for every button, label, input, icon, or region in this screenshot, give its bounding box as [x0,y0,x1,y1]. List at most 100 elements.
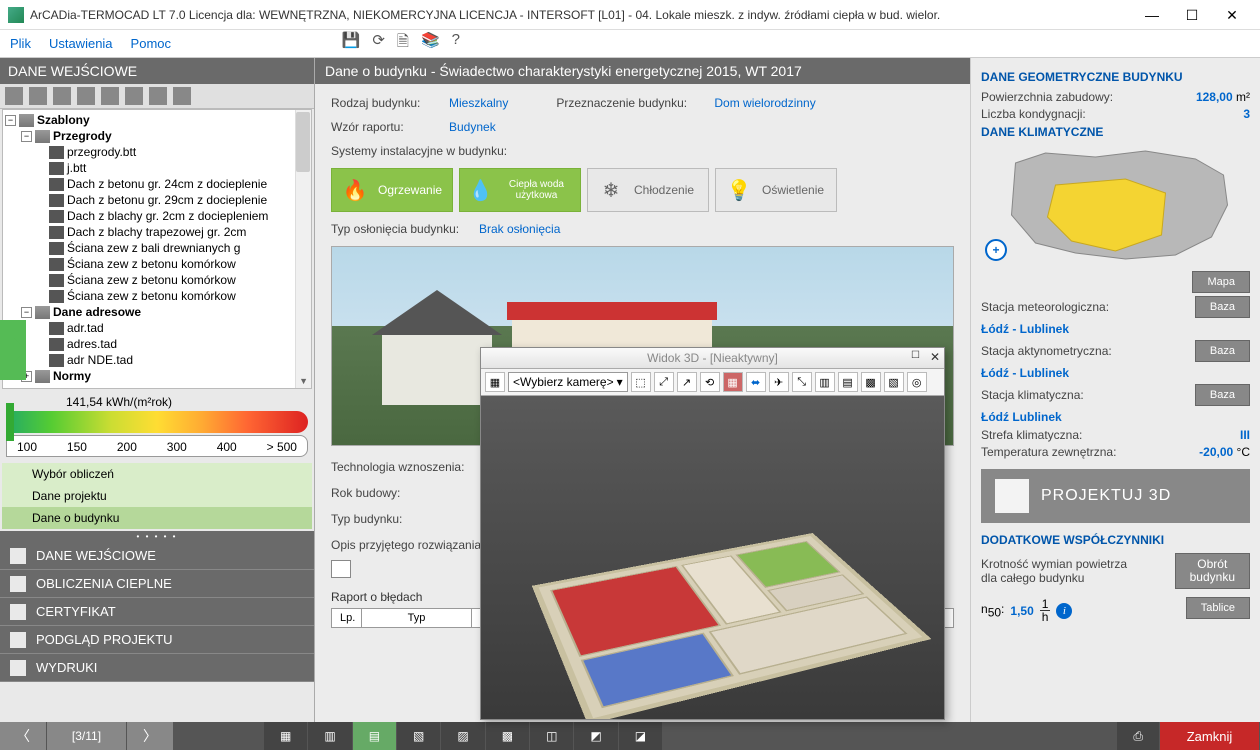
footer-next-button[interactable]: 〉 [127,722,174,750]
widok-tool-icon[interactable]: ◎ [907,372,927,392]
widok-tool-icon[interactable]: ⤢ [654,372,674,392]
sys-button-lighting[interactable]: 💡Oświetlenie [715,168,837,212]
sel-dane-projektu[interactable]: Dane projektu [2,485,312,507]
tool-open-icon[interactable] [29,87,47,105]
map-zoom-button[interactable]: + [985,239,1007,261]
sklim-value[interactable]: Łódź Lublinek [981,410,1250,424]
przezn-value[interactable]: Dom wielorodzinny [714,96,815,110]
expand-icon[interactable]: − [21,131,32,142]
footer-prev-button[interactable]: 〈 [0,722,47,750]
tool-save-icon[interactable] [53,87,71,105]
tool-settings-icon[interactable] [149,87,167,105]
book-icon[interactable]: 📚 [421,31,440,56]
widok-tool-icon[interactable]: ▧ [884,372,904,392]
tree-group-przegrody[interactable]: Przegrody [53,129,112,143]
widok-maximize-icon[interactable]: ☐ [911,350,920,361]
footer-tool-icon[interactable]: ▧ [397,722,441,750]
tree-scrollbar[interactable]: ▲ ▼ [295,110,311,388]
kond-value[interactable]: 3 [1243,107,1250,121]
footer-tool-icon[interactable]: ◩ [574,722,618,750]
scroll-down-icon[interactable]: ▼ [299,376,308,386]
tree-item[interactable]: Dach z betonu gr. 29cm z docieplenie [67,193,267,207]
widok-tool-icon[interactable]: ⬚ [631,372,651,392]
poland-map[interactable]: + [981,145,1250,265]
tree-item[interactable]: Dach z blachy trapezowej gr. 2cm [67,225,246,239]
menu-file[interactable]: Plik [10,36,31,51]
nav-wydruki[interactable]: WYDRUKI [0,654,314,682]
tree-root[interactable]: Szablony [37,113,90,127]
tree-item[interactable]: adres.tad [67,337,117,351]
tree-item[interactable]: adr.tad [67,321,104,335]
widok-tool-icon[interactable]: ▦ [723,372,743,392]
tree-item[interactable]: Dach z blachy gr. 2cm z dociepleniem [67,209,268,223]
footer-tool-icon[interactable]: ▤ [353,722,397,750]
pow-value[interactable]: 128,00 [1196,90,1233,104]
sys-button-hotwater[interactable]: 💧Ciepła woda użytkowa [459,168,581,212]
expand-icon[interactable]: − [5,115,16,126]
widok-close-icon[interactable]: ✕ [930,350,940,364]
sys-button-cooling[interactable]: ❄Chłodzenie [587,168,709,212]
tree-item[interactable]: adr NDE.tad [67,353,133,367]
footer-tool-icon[interactable]: ▩ [486,722,530,750]
nav-podglad-projektu[interactable]: PODGLĄD PROJEKTU [0,626,314,654]
footer-tool-icon[interactable]: ▨ [441,722,485,750]
error-col-lp[interactable]: Lp. [332,609,362,627]
baza-button-meteo[interactable]: Baza [1195,296,1250,318]
widok-3d-window[interactable]: Widok 3D - [Nieaktywny] ☐ ✕ ▦ <Wybierz k… [480,347,945,720]
expand-icon[interactable]: − [21,307,32,318]
footer-tool-icon[interactable]: ▥ [308,722,352,750]
side-expand-arrow-icon[interactable] [0,320,26,380]
meteo-value[interactable]: Łódź - Lublinek [981,322,1250,336]
tree-item[interactable]: Ściana zew z betonu komórkow [67,273,236,287]
aktyn-value[interactable]: Łódź - Lublinek [981,366,1250,380]
help-icon[interactable]: ? [452,31,460,56]
baza-button-sklim[interactable]: Baza [1195,384,1250,406]
widok-tool-icon[interactable]: ⟲ [700,372,720,392]
tool-import-icon[interactable] [101,87,119,105]
info-icon[interactable]: i [1056,603,1072,619]
widok-titlebar[interactable]: Widok 3D - [Nieaktywny] ☐ ✕ [481,348,944,369]
nav-certyfikat[interactable]: CERTYFIKAT [0,598,314,626]
oslon-value[interactable]: Brak osłonięcia [479,222,560,236]
tree-item[interactable]: przegrody.btt [67,145,136,159]
resize-handle[interactable]: • • • • • [0,531,314,542]
doc-icon[interactable]: 🗎 [397,31,409,56]
sel-wybor-obliczen[interactable]: Wybór obliczeń [2,463,312,485]
footer-tool-icon[interactable]: ◫ [530,722,574,750]
sys-button-heating[interactable]: 🔥Ogrzewanie [331,168,453,212]
nav-obliczenia-cieplne[interactable]: OBLICZENIA CIEPLNE [0,570,314,598]
tree-item[interactable]: Ściana zew z betonu komórkow [67,289,236,303]
refresh-icon[interactable]: ⟳ [372,31,385,56]
widok-tool-icon[interactable]: ▤ [838,372,858,392]
tree-group-normy[interactable]: Normy [53,369,91,383]
templates-tree[interactable]: −Szablony −Przegrody przegrody.btt j.btt… [2,109,312,389]
rodzaj-value[interactable]: Mieszkalny [449,96,508,110]
tree-item[interactable]: j.btt [67,161,86,175]
n50-value[interactable]: 1,50 [1010,604,1033,618]
maximize-button[interactable]: ☐ [1172,1,1212,29]
tree-item[interactable]: Dach z betonu gr. 24cm z docieplenie [67,177,267,191]
projektuj-3d-button[interactable]: PROJEKTUJ 3D [981,469,1250,523]
tool-new-icon[interactable] [5,87,23,105]
widok-tool-icon[interactable]: ✈ [769,372,789,392]
tree-item[interactable]: Ściana zew z bali drewnianych g [67,241,240,255]
footer-print-icon[interactable]: ⎙ [1117,722,1160,750]
camera-select[interactable]: <Wybierz kamerę>▾ [508,372,628,392]
footer-tool-icon[interactable]: ◪ [619,722,663,750]
widok-tool-icon[interactable]: ⬌ [746,372,766,392]
widok-3d-viewport[interactable] [481,396,944,719]
tool-export-icon[interactable] [77,87,95,105]
tree-group-adresowe[interactable]: Dane adresowe [53,305,141,319]
widok-tool-icon[interactable]: ▦ [485,372,505,392]
minimize-button[interactable]: — [1132,1,1172,29]
footer-close-button[interactable]: Zamknij [1160,722,1260,750]
mapa-button[interactable]: Mapa [1192,271,1250,293]
save-icon[interactable]: 💾 [342,31,361,56]
menu-settings[interactable]: Ustawienia [49,36,113,51]
obrot-button[interactable]: Obrótbudynku [1175,553,1250,589]
sel-dane-o-budynku[interactable]: Dane o budynku [2,507,312,529]
widok-tool-icon[interactable]: ▥ [815,372,835,392]
close-button[interactable]: ✕ [1212,1,1252,29]
menu-help[interactable]: Pomoc [131,36,171,51]
tool-compass-icon[interactable] [173,87,191,105]
